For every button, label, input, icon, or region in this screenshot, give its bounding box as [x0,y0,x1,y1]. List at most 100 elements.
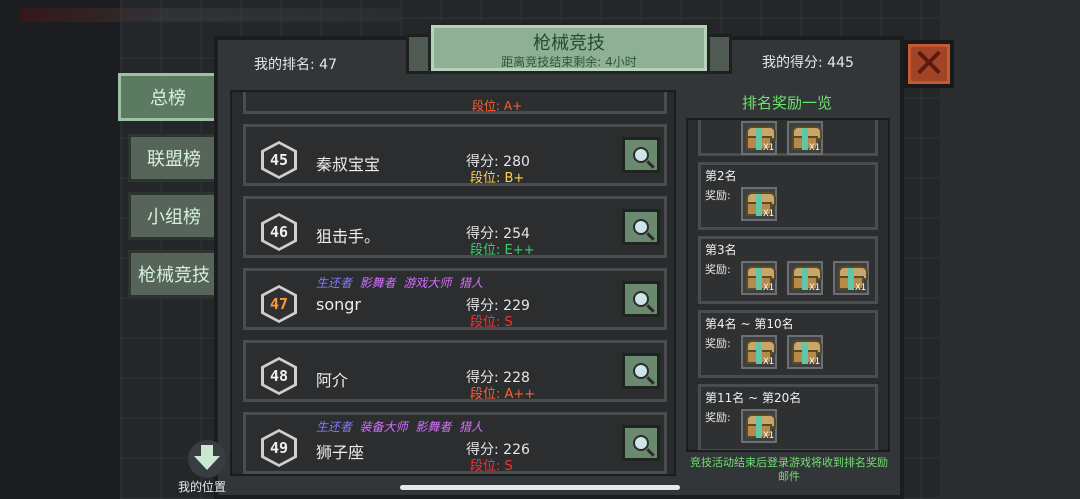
rewards-list[interactable]: X1 X1 第2名 奖励: X1 第3名 奖励: X1 X1 X1 第4名 ~ 第10名 奖励: X1 X… [686,118,890,452]
tab-overall[interactable]: 总榜 [118,73,218,121]
reward-rank: 第11名 ~ 第20名 [705,391,802,405]
tab-group[interactable]: 小组榜 [128,192,220,240]
tab-gun-arena[interactable]: 枪械竞技 [128,250,220,298]
row-tier: 段位: A+ [472,99,523,113]
my-rank: 我的排名: 47 [254,57,337,73]
reward-rank: 第3名 [705,243,737,257]
chest-count: X1 [763,209,774,219]
view-player-button[interactable] [622,209,660,245]
reward-rank: 第2名 [705,169,737,183]
player-name: 狙击手。 [316,227,381,246]
treasure-chest-icon[interactable]: X1 [741,409,777,443]
rank-number: 48 [264,360,294,392]
chest-count: X1 [855,283,866,293]
reward-label: 奖励: [705,189,731,202]
page-title: 枪械竞技 [533,33,605,54]
player-title: 猎人 [458,276,483,290]
player-name: songr [316,295,361,314]
my-position-button[interactable] [188,440,226,478]
close-icon: ✕ [912,41,946,87]
tab-alliance[interactable]: 联盟榜 [128,134,220,182]
reward-card: X1 X1 [698,120,878,156]
view-player-button[interactable] [622,353,660,389]
treasure-chest-icon[interactable]: X1 [787,121,823,155]
rank-badge: 47 [261,285,297,323]
player-titles: 生还者 影舞者 游戏大师 猎人 [316,274,483,291]
chest-count: X1 [763,357,774,367]
my-position-label: 我的位置 [178,480,227,494]
player-name: 狮子座 [316,443,365,462]
tab-label: 总榜 [150,88,186,109]
chest-count: X1 [809,143,820,153]
player-tier: 段位: A++ [470,387,536,402]
rank-number: 45 [264,144,294,176]
treasure-chest-icon[interactable]: X1 [787,335,823,369]
magnifier-icon [633,363,649,379]
rewards-title: 排名奖励一览 [741,94,832,112]
rank-badge: 49 [261,429,297,467]
magnifier-icon [633,147,649,163]
table-row[interactable]: 47 生还者 影舞者 游戏大师 猎人 songr 得分: 229 段位: S [243,268,667,330]
leaderboard-list[interactable]: 段位: A+ 45 秦叔宝宝 得分: 280 段位: B+ 46 狙击手。 得分: 254 段… [230,90,676,476]
chest-count: X1 [809,283,820,293]
player-tier: 段位: S [470,315,513,330]
table-row[interactable]: 45 秦叔宝宝 得分: 280 段位: B+ [243,124,667,186]
reward-card: 第3名奖励: X1 X1 X1 [698,236,878,304]
chest-count: X1 [763,283,774,293]
rank-badge: 45 [261,141,297,179]
table-row[interactable]: 48 阿介 得分: 228 段位: A++ [243,340,667,402]
hud-top-bar [20,8,400,22]
my-score: 我的得分: 445 [762,55,854,71]
rank-badge: 48 [261,357,297,395]
countdown-text: 距离竞技结束剩余: 4小时 [501,55,637,69]
close-button[interactable]: ✕ [904,40,954,88]
treasure-chest-icon[interactable]: X1 [787,261,823,295]
table-row[interactable]: 46 狙击手。 得分: 254 段位: E++ [243,196,667,258]
player-title: 游戏大师 [403,276,452,290]
chest-count: X1 [809,357,820,367]
player-tier: 段位: E++ [470,243,535,258]
reward-label: 奖励: [705,337,731,350]
rank-number: 46 [264,216,294,248]
table-row-partial: 段位: A+ [243,92,667,114]
player-title: 生还者 [316,420,353,434]
player-title: 生还者 [316,276,353,290]
magnifier-icon [633,291,649,307]
player-title: 猎人 [458,420,483,434]
treasure-chest-icon[interactable]: X1 [741,261,777,295]
rank-number: 47 [264,288,294,320]
down-arrow-icon [188,440,226,478]
background-right [940,0,1080,499]
reward-card: 第2名奖励: X1 [698,162,878,230]
reward-card: 第11名 ~ 第20名 奖励: X1 [698,384,878,450]
reward-card: 第4名 ~ 第10名 奖励: X1 X1 [698,310,878,378]
chest-count: X1 [763,431,774,441]
player-title: 影舞者 [415,420,452,434]
view-player-button[interactable] [622,281,660,317]
treasure-chest-icon[interactable]: X1 [833,261,869,295]
table-row[interactable]: 49 生还者 装备大师 影舞者 猎人 狮子座 得分: 226 段位: S [243,412,667,474]
player-title: 影舞者 [359,276,396,290]
background-left [0,0,120,499]
chest-count: X1 [763,143,774,153]
treasure-chest-icon[interactable]: X1 [741,121,777,155]
treasure-chest-icon[interactable]: X1 [741,187,777,221]
reward-label: 奖励: [705,263,731,276]
view-player-button[interactable] [622,425,660,461]
magnifier-icon [633,435,649,451]
player-titles: 生还者 装备大师 影舞者 猎人 [316,418,483,435]
rank-badge: 46 [261,213,297,251]
view-player-button[interactable] [622,137,660,173]
player-name: 阿介 [316,371,349,390]
player-tier: 段位: S [470,459,513,474]
reward-rank: 第4名 ~ 第10名 [705,317,794,331]
magnifier-icon [633,219,649,235]
tab-label: 枪械竞技 [138,265,210,286]
player-title: 装备大师 [359,420,408,434]
tab-label: 小组榜 [147,207,201,228]
reward-label: 奖励: [705,411,731,424]
home-indicator [400,485,680,490]
treasure-chest-icon[interactable]: X1 [741,335,777,369]
rank-number: 49 [264,432,294,464]
title-banner: 枪械竞技 距离竞技结束剩余: 4小时 [428,22,710,74]
